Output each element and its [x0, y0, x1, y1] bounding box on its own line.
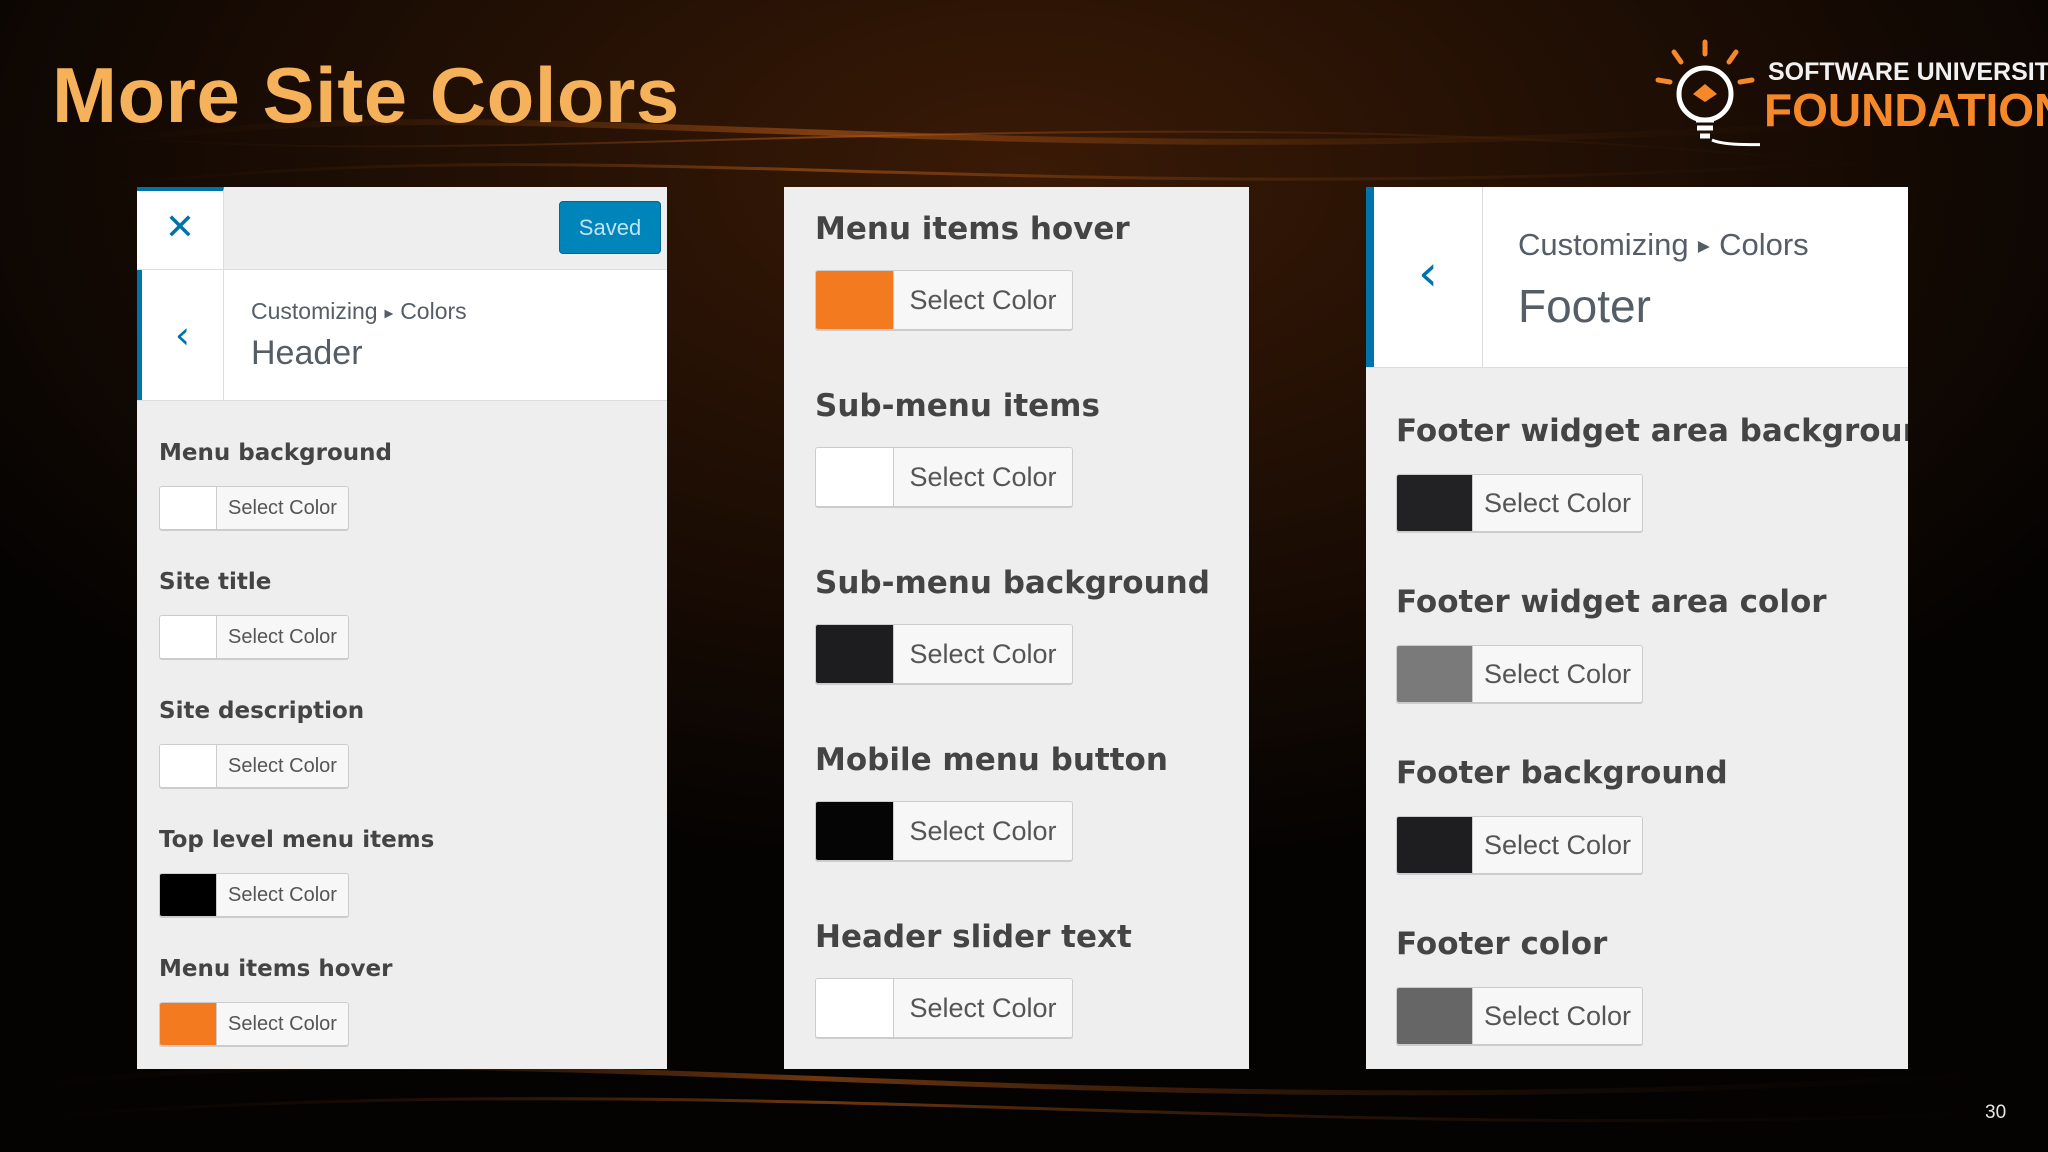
breadcrumb-separator-icon: ▶ — [1697, 238, 1710, 256]
breadcrumb: Customizing ▶ Colors — [251, 298, 467, 325]
select-color-button[interactable]: Select Color — [159, 1002, 349, 1046]
page-number: 30 — [1985, 1102, 2007, 1123]
select-color-button[interactable]: Select Color — [815, 447, 1073, 507]
breadcrumb-separator-icon: ▶ — [384, 307, 394, 320]
close-icon: ✕ — [164, 207, 196, 248]
field-label: Sub-menu background — [815, 565, 1210, 601]
chevron-left-icon: ‹ — [1418, 244, 1438, 302]
select-color-button[interactable]: Select Color — [159, 744, 349, 788]
field-label: Top level menu items — [159, 827, 435, 853]
select-color-button[interactable]: Select Color — [1396, 474, 1643, 532]
color-swatch — [160, 616, 217, 658]
breadcrumb-parent: Customizing — [1518, 227, 1689, 262]
customizer-footer-panel: ‹ Customizing ▶ Colors Footer Footer widge… — [1366, 187, 1908, 1069]
breadcrumb: Customizing ▶ Colors — [1518, 227, 1809, 263]
section-title: Header — [251, 334, 363, 372]
customizer-colors-panel: Menu items hover Select Color Sub-menu i… — [784, 187, 1249, 1069]
back-button[interactable]: ‹ — [137, 270, 224, 400]
select-color-label: Select Color — [217, 874, 348, 916]
color-swatch — [816, 979, 894, 1037]
field-label: Sub-menu items — [815, 388, 1100, 424]
breadcrumb-current: Colors — [400, 298, 467, 324]
color-swatch — [160, 487, 217, 529]
select-color-button[interactable]: Select Color — [815, 270, 1073, 330]
field-label: Footer widget area color — [1396, 584, 1827, 620]
select-color-label: Select Color — [217, 616, 348, 658]
saved-button[interactable]: Saved — [559, 201, 661, 254]
field-label: Mobile menu button — [815, 742, 1168, 778]
select-color-label: Select Color — [217, 487, 348, 529]
select-color-label: Select Color — [894, 802, 1072, 860]
select-color-label: Select Color — [217, 745, 348, 787]
close-button[interactable]: ✕ — [137, 187, 224, 269]
select-color-label: Select Color — [894, 448, 1072, 506]
select-color-button[interactable]: Select Color — [815, 978, 1073, 1038]
back-button[interactable]: ‹ — [1366, 187, 1483, 367]
field-label: Menu background — [159, 440, 392, 466]
customizer-topbar: ✕ Saved — [137, 187, 667, 270]
color-swatch — [1397, 646, 1473, 702]
color-swatch — [1397, 988, 1473, 1044]
field-label: Header slider text — [815, 919, 1132, 955]
select-color-button[interactable]: Select Color — [815, 624, 1073, 684]
breadcrumb-current: Colors — [1719, 227, 1809, 262]
select-color-label: Select Color — [894, 979, 1072, 1037]
select-color-button[interactable]: Select Color — [159, 486, 349, 530]
color-swatch — [816, 802, 894, 860]
field-label: Menu items hover — [815, 211, 1130, 247]
section-header: ‹ Customizing ▶ Colors Footer — [1366, 187, 1908, 368]
select-color-button[interactable]: Select Color — [1396, 816, 1643, 874]
select-color-label: Select Color — [894, 625, 1072, 683]
breadcrumb-parent: Customizing — [251, 298, 378, 324]
customizer-header-panel: ✕ Saved ‹ Customizing ▶ Colors Header Menu… — [137, 187, 667, 1069]
color-swatch — [1397, 475, 1473, 531]
field-label: Footer background — [1396, 755, 1728, 791]
select-color-label: Select Color — [894, 271, 1072, 329]
field-label: Menu items hover — [159, 956, 393, 982]
color-swatch — [1397, 817, 1473, 873]
select-color-button[interactable]: Select Color — [1396, 987, 1643, 1045]
slide-title: More Site Colors — [52, 51, 680, 139]
select-color-label: Select Color — [1473, 988, 1642, 1044]
section-title: Footer — [1518, 280, 1651, 332]
select-color-button[interactable]: Select Color — [815, 801, 1073, 861]
section-header: ‹ Customizing ▶ Colors Header — [137, 270, 667, 401]
color-swatch — [160, 874, 217, 916]
field-label: Site description — [159, 698, 365, 724]
software-university-logo: SOFTWARE UNIVERSITY FOUNDATION — [1650, 36, 2048, 156]
select-color-label: Select Color — [217, 1003, 348, 1045]
select-color-label: Select Color — [1473, 817, 1642, 873]
select-color-button[interactable]: Select Color — [1396, 645, 1643, 703]
select-color-label: Select Color — [1473, 475, 1642, 531]
select-color-button[interactable]: Select Color — [159, 873, 349, 917]
color-swatch — [160, 745, 217, 787]
color-swatch — [816, 271, 894, 329]
field-label: Footer widget area background — [1396, 413, 1908, 449]
select-color-label: Select Color — [1473, 646, 1642, 702]
select-color-button[interactable]: Select Color — [159, 615, 349, 659]
color-swatch — [816, 625, 894, 683]
field-label: Footer color — [1396, 926, 1608, 962]
logo-text-line2: FOUNDATION — [1764, 84, 2048, 136]
chevron-left-icon: ‹ — [174, 313, 191, 357]
color-swatch — [816, 448, 894, 506]
color-swatch — [160, 1003, 217, 1045]
field-label: Site title — [159, 569, 272, 595]
lightbulb-logo-icon — [1655, 39, 1760, 147]
